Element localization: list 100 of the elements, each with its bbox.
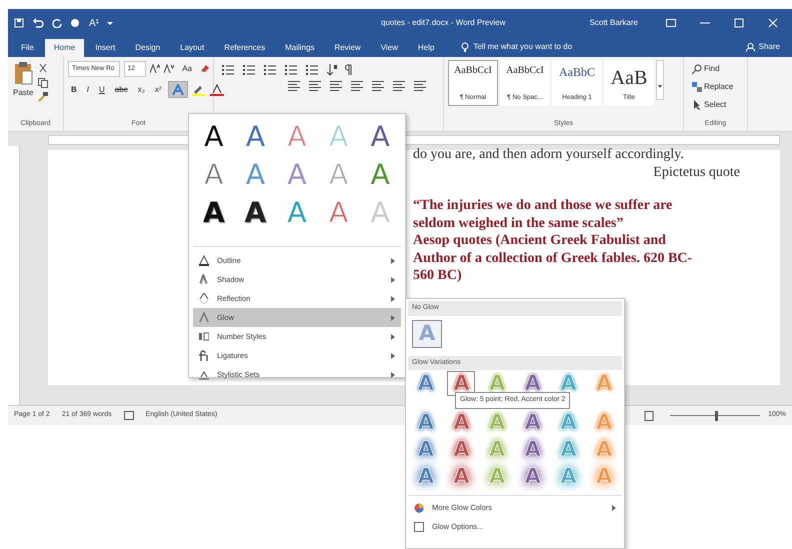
format-button[interactable]: I (84, 81, 92, 98)
justify-icon[interactable] (351, 80, 364, 92)
format-button[interactable]: U (96, 81, 108, 98)
submenu-arrow-icon (391, 352, 395, 358)
style-preview: AaBbC (559, 64, 595, 81)
text-effect-option[interactable]: A (196, 121, 231, 153)
print-layout-icon[interactable] (644, 410, 654, 420)
increase-indent-icon[interactable] (306, 64, 319, 76)
glow-icon (199, 312, 209, 323)
shadow-icon (199, 274, 209, 285)
shading-icon[interactable] (393, 80, 406, 92)
format-button[interactable]: x₂ (134, 81, 148, 98)
sort-icon[interactable] (327, 64, 337, 76)
ribbon-tab[interactable]: Home (44, 39, 84, 57)
line-spacing-icon[interactable] (372, 80, 385, 92)
text-effect-option[interactable]: A (238, 121, 272, 153)
format-button[interactable]: B (68, 81, 80, 98)
center-icon[interactable] (309, 80, 322, 92)
submenu-arrow-icon (391, 296, 395, 302)
numbering-icon[interactable] (243, 64, 256, 76)
submenu-arrow-icon (391, 372, 395, 378)
text-effect-option[interactable]: A (238, 197, 272, 229)
copy-icon[interactable] (38, 78, 48, 88)
editing-button[interactable]: Replace (688, 78, 743, 95)
format-button[interactable]: x² (152, 81, 164, 98)
document-line: do you are, and then adorn yourself accordingly. (413, 146, 685, 164)
eraser-icon[interactable] (200, 64, 209, 73)
align-right-icon[interactable] (330, 80, 343, 92)
lightbulb-icon (461, 42, 470, 52)
document-line: Epictetus quote (652, 164, 741, 181)
ribbon-tab[interactable]: File (12, 39, 43, 57)
text-effect-option[interactable]: A (363, 159, 398, 191)
editing-button[interactable]: Select (688, 96, 743, 113)
window-title: quotes - edit7.docx - Word Preview (381, 17, 506, 29)
submenu-arrow-icon (391, 276, 395, 282)
style-preview: AaBbCcI (454, 64, 492, 78)
dropdown-icon[interactable] (107, 20, 113, 26)
glow-option[interactable]: A (447, 464, 476, 489)
scissors-icon[interactable] (38, 64, 48, 74)
ribbon-tab[interactable]: Review (325, 39, 370, 57)
document-line: Aesop quotes (Ancient Greek Fabulist and (413, 232, 667, 250)
multilevel-list-icon[interactable] (264, 64, 277, 76)
submenu-arrow-icon (612, 504, 616, 510)
ribbon-tab[interactable]: Mailings (276, 39, 324, 57)
grow-font-icon[interactable] (150, 64, 160, 73)
bullets-icon[interactable] (222, 64, 235, 76)
ribbon-tab[interactable]: Insert (86, 39, 124, 57)
text-effects-icon (172, 84, 184, 96)
glow-option[interactable]: A (412, 437, 440, 462)
maximize-icon[interactable] (734, 18, 744, 28)
submenu-arrow-icon (391, 334, 395, 340)
ribbon-options-icon[interactable] (666, 19, 676, 27)
text-effects-button[interactable] (168, 81, 188, 98)
editing-button[interactable]: Find (688, 60, 743, 77)
paste-button[interactable]: Paste (12, 60, 34, 108)
glow-option[interactable]: A (412, 371, 440, 396)
glow-option[interactable]: A (518, 437, 547, 462)
text-effect-option[interactable]: A (196, 197, 231, 229)
quick-access-button[interactable]: A¹ (89, 16, 99, 30)
save-icon[interactable] (14, 18, 24, 28)
options-icon (414, 522, 424, 532)
decrease-indent-icon[interactable] (285, 64, 298, 76)
glow-option[interactable]: A (412, 410, 440, 435)
font-color-icon[interactable] (210, 84, 224, 96)
glow-option[interactable]: A (518, 410, 547, 435)
glow-option[interactable]: A (447, 410, 476, 435)
glow-option[interactable]: A (447, 437, 476, 462)
document-line: 560 BC) (413, 267, 463, 284)
undo-icon[interactable] (32, 18, 44, 28)
replace-icon (692, 82, 702, 92)
stylistic-icon (199, 369, 209, 380)
clipboard-icon (13, 61, 34, 85)
ribbon-tab[interactable]: Design (126, 39, 170, 57)
align-left-icon[interactable] (288, 80, 301, 92)
user-name: Scott Barkare (590, 17, 638, 29)
zoom-thumb[interactable] (715, 410, 718, 420)
shrink-font-icon[interactable] (164, 64, 174, 73)
style-preview: AaBbCcI (506, 64, 544, 78)
submenu-arrow-icon (391, 258, 395, 264)
redo-icon[interactable] (52, 18, 62, 28)
style-preview: AaB (610, 66, 648, 91)
format-button[interactable]: abc (112, 81, 131, 98)
glow-option[interactable]: A (518, 464, 547, 489)
pilcrow-icon[interactable] (345, 64, 353, 76)
color-wheel-icon (414, 502, 424, 512)
share-button[interactable]: Share (758, 41, 780, 53)
close-icon[interactable] (768, 18, 778, 28)
change-case-button[interactable]: Aa (178, 60, 196, 77)
borders-icon[interactable] (414, 80, 427, 92)
glow-option[interactable]: A (412, 464, 440, 489)
document-line: Author of a collection of Greek fables. 620 BC- (413, 250, 694, 267)
format-painter-icon[interactable] (38, 92, 48, 102)
ribbon-tab[interactable]: Help (408, 39, 444, 57)
text-effect-option[interactable]: A (363, 121, 398, 153)
ribbon-tab[interactable]: References (215, 39, 274, 57)
submenu-arrow-icon (391, 314, 395, 320)
tell-me-search[interactable]: Tell me what you want to do (473, 41, 572, 53)
highlighter-icon[interactable] (192, 84, 206, 96)
ribbon-tab[interactable]: Layout (171, 39, 214, 57)
ribbon-tab[interactable]: View (372, 39, 407, 57)
